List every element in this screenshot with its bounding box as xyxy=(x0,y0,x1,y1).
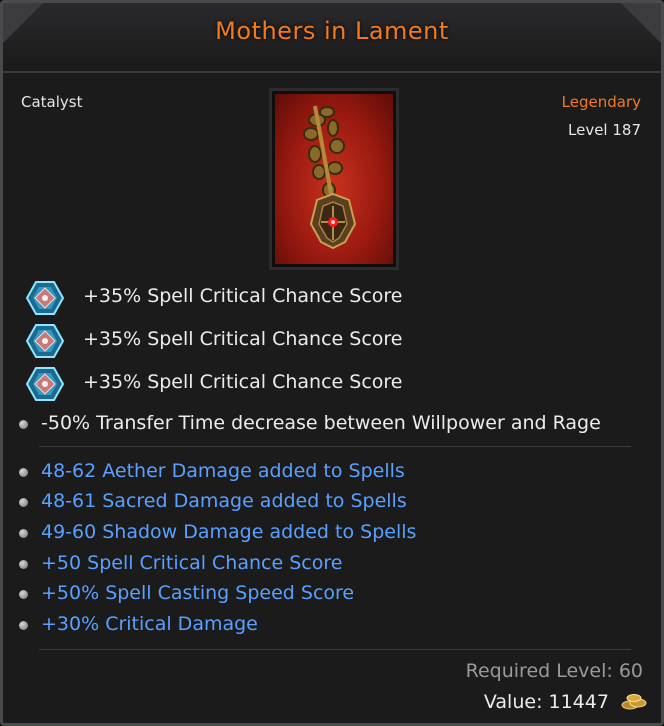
bullet-icon xyxy=(19,468,28,477)
gem-stat-text: +35% Spell Critical Chance Score xyxy=(83,285,403,307)
item-type: Catalyst xyxy=(21,93,83,111)
item-value-text: Value: 11447 xyxy=(483,691,609,713)
catalyst-icon xyxy=(303,105,357,250)
magic-stat-text: +50 Spell Critical Chance Score xyxy=(41,552,343,574)
magic-stat-text: 48-61 Sacred Damage added to Spells xyxy=(41,490,407,512)
bullet-icon xyxy=(19,621,28,630)
bullet-icon xyxy=(19,590,28,599)
stats-divider xyxy=(39,446,631,447)
gold-coins-icon xyxy=(621,692,647,710)
magic-stat-text: +30% Critical Damage xyxy=(41,613,258,635)
item-image xyxy=(275,94,393,264)
gem-socket-icon xyxy=(25,323,65,359)
footer-divider xyxy=(39,649,631,650)
gem-stat-text: +35% Spell Critical Chance Score xyxy=(83,328,403,350)
item-image-frame xyxy=(269,88,399,270)
bullet-icon xyxy=(19,498,28,507)
gem-socket-icon xyxy=(25,280,65,316)
magic-stat-text: 48-62 Aether Damage added to Spells xyxy=(41,460,405,482)
tooltip-header: Mothers in Lament xyxy=(3,3,661,73)
required-level: Required Level: 60 xyxy=(465,660,643,682)
bullet-icon xyxy=(19,560,28,569)
item-rarity: Legendary xyxy=(561,93,641,111)
gem-stat-text: +35% Spell Critical Chance Score xyxy=(83,371,403,393)
item-name: Mothers in Lament xyxy=(215,17,449,45)
item-tooltip: Mothers in Lament Catalyst Legendary Lev… xyxy=(0,0,664,726)
magic-stat-text: 49-60 Shadow Damage added to Spells xyxy=(41,521,417,543)
magic-stat-text: +50% Spell Casting Speed Score xyxy=(41,582,355,604)
item-value: Value: 11447 xyxy=(484,691,647,713)
item-level: Level 187 xyxy=(568,121,641,139)
bullet-icon xyxy=(19,420,28,429)
gem-socket-icon xyxy=(25,366,65,402)
base-stat-text: -50% Transfer Time decrease between Will… xyxy=(41,412,601,434)
bullet-icon xyxy=(19,529,28,538)
